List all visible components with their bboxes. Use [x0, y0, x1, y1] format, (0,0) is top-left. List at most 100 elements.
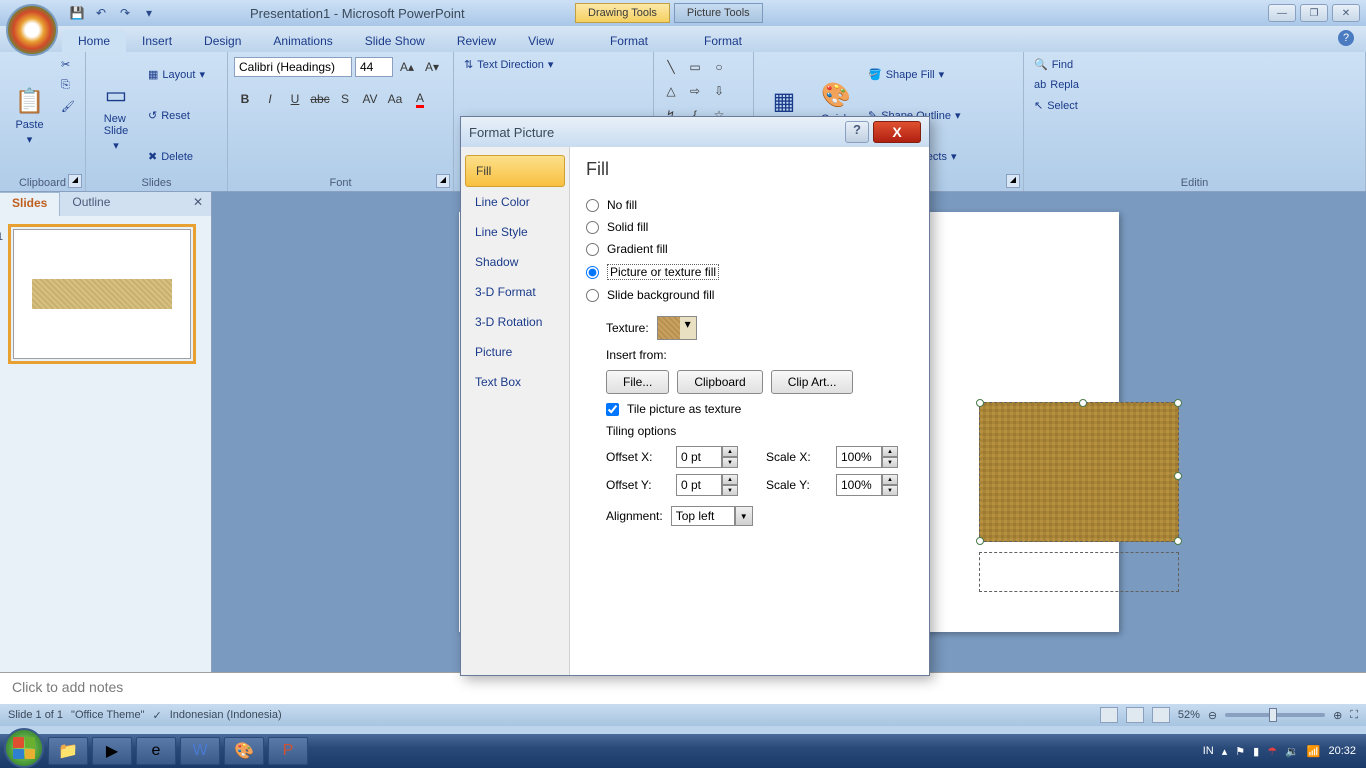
taskbar-explorer-icon[interactable]: 📁	[48, 737, 88, 765]
text-direction-button[interactable]: ⇅ Text Direction ▾	[460, 56, 557, 73]
zoom-slider[interactable]	[1225, 713, 1325, 717]
start-button[interactable]	[4, 728, 44, 768]
radio-gradient-fill[interactable]	[586, 243, 599, 256]
nav-line-color[interactable]: Line Color	[465, 187, 565, 217]
spellcheck-icon[interactable]: ✓	[152, 709, 161, 722]
offset-x-input[interactable]	[676, 446, 722, 468]
paste-button[interactable]: 📋 Paste▾	[6, 56, 53, 175]
contextual-tab-picture[interactable]: Picture Tools	[674, 3, 763, 23]
tab-format-picture[interactable]: Format	[688, 30, 758, 52]
clipboard-launcher[interactable]: ◢	[68, 174, 82, 188]
italic-button[interactable]: I	[259, 88, 281, 110]
scale-x-up[interactable]: ▲	[882, 446, 898, 457]
tray-battery-icon[interactable]: ▮	[1253, 745, 1259, 758]
nav-picture[interactable]: Picture	[465, 337, 565, 367]
reset-button[interactable]: ↺ Reset	[144, 107, 209, 124]
pane-close-icon[interactable]: ✕	[185, 192, 211, 216]
nav-line-style[interactable]: Line Style	[465, 217, 565, 247]
tab-view[interactable]: View	[512, 30, 570, 52]
qat-redo-icon[interactable]: ↷	[114, 3, 136, 23]
layout-button[interactable]: ▦ Layout ▾	[144, 66, 209, 83]
tray-volume-icon[interactable]: 🔉	[1285, 745, 1299, 758]
tab-slideshow[interactable]: Slide Show	[349, 30, 441, 52]
nav-textbox[interactable]: Text Box	[465, 367, 565, 397]
tray-network-icon[interactable]: 📶	[1307, 745, 1321, 758]
cut-button[interactable]: ✂	[57, 56, 79, 73]
font-color-button[interactable]: A	[409, 88, 431, 110]
radio-slide-bg-fill[interactable]	[586, 289, 599, 302]
insert-file-button[interactable]: File...	[606, 370, 669, 394]
resize-handle[interactable]	[1174, 399, 1182, 407]
shadow-button[interactable]: S	[334, 88, 356, 110]
insert-clipboard-button[interactable]: Clipboard	[677, 370, 762, 394]
dialog-close-button[interactable]: X	[873, 121, 921, 143]
tab-review[interactable]: Review	[441, 30, 512, 52]
text-placeholder[interactable]	[979, 552, 1179, 592]
underline-button[interactable]: U	[284, 88, 306, 110]
change-case-button[interactable]: Aa	[384, 88, 406, 110]
font-name-combo[interactable]	[234, 57, 352, 77]
taskbar-word-icon[interactable]: W	[180, 737, 220, 765]
radio-solid-fill[interactable]	[586, 221, 599, 234]
shape-triangle[interactable]: △	[660, 80, 682, 102]
dialog-help-button[interactable]: ?	[845, 121, 869, 143]
taskbar-paint-icon[interactable]: 🎨	[224, 737, 264, 765]
char-spacing-button[interactable]: AV	[359, 88, 381, 110]
tray-antivirus-icon[interactable]: ☂	[1267, 745, 1277, 758]
tray-language[interactable]: IN	[1203, 745, 1214, 757]
tab-insert[interactable]: Insert	[126, 30, 188, 52]
insert-clipart-button[interactable]: Clip Art...	[771, 370, 854, 394]
shape-arrow[interactable]: ⇨	[684, 80, 706, 102]
resize-handle[interactable]	[1174, 472, 1182, 480]
contextual-tab-drawing[interactable]: Drawing Tools	[575, 3, 670, 23]
texture-picker[interactable]: ▾	[657, 316, 697, 340]
pane-tab-slides[interactable]: Slides	[0, 192, 60, 216]
restore-button[interactable]: ❐	[1300, 4, 1328, 22]
select-button[interactable]: ↖ Select	[1030, 97, 1359, 114]
offset-y-up[interactable]: ▲	[722, 474, 738, 485]
copy-button[interactable]: ⎘	[57, 77, 79, 94]
sorter-view-button[interactable]	[1126, 707, 1144, 723]
tab-design[interactable]: Design	[188, 30, 257, 52]
tile-checkbox[interactable]	[606, 403, 619, 416]
tab-home[interactable]: Home	[62, 30, 126, 52]
zoom-out-button[interactable]: ⊖	[1208, 709, 1217, 722]
office-button[interactable]	[6, 4, 58, 56]
shape-oval[interactable]: ○	[708, 56, 730, 78]
notes-pane[interactable]: Click to add notes	[0, 672, 1366, 704]
scale-x-input[interactable]	[836, 446, 882, 468]
scale-y-input[interactable]	[836, 474, 882, 496]
radio-no-fill[interactable]	[586, 199, 599, 212]
grow-font-button[interactable]: A▴	[396, 56, 418, 78]
shape-arrow-down[interactable]: ⇩	[708, 80, 730, 102]
scale-y-down[interactable]: ▼	[882, 485, 898, 496]
strike-button[interactable]: abc	[309, 88, 331, 110]
find-button[interactable]: 🔍 Find	[1030, 56, 1359, 73]
bold-button[interactable]: B	[234, 88, 256, 110]
resize-handle[interactable]	[976, 537, 984, 545]
zoom-level[interactable]: 52%	[1178, 709, 1200, 721]
delete-button[interactable]: ✖ Delete	[144, 148, 209, 165]
qat-save-icon[interactable]: 💾	[66, 3, 88, 23]
offset-y-input[interactable]	[676, 474, 722, 496]
offset-y-down[interactable]: ▼	[722, 485, 738, 496]
tab-format-drawing[interactable]: Format	[594, 30, 664, 52]
resize-handle[interactable]	[1079, 399, 1087, 407]
qat-custom-dropdown[interactable]: ▾	[138, 3, 160, 23]
tab-animations[interactable]: Animations	[257, 30, 348, 52]
resize-handle[interactable]	[1174, 537, 1182, 545]
status-language[interactable]: Indonesian (Indonesia)	[170, 709, 282, 721]
fit-to-window-button[interactable]: ⛶	[1350, 709, 1358, 722]
selected-shape[interactable]	[979, 402, 1179, 542]
nav-3d-rotation[interactable]: 3-D Rotation	[465, 307, 565, 337]
replace-button[interactable]: ab Repla	[1030, 77, 1359, 93]
slideshow-view-button[interactable]	[1152, 707, 1170, 723]
alignment-combo[interactable]	[671, 506, 735, 526]
font-launcher[interactable]: ◢	[436, 174, 450, 188]
tray-show-hidden-icon[interactable]: ▴	[1222, 745, 1228, 758]
shape-rect[interactable]: ▭	[684, 56, 706, 78]
qat-undo-icon[interactable]: ↶	[90, 3, 112, 23]
format-painter-button[interactable]: 🖌	[57, 98, 79, 115]
nav-3d-format[interactable]: 3-D Format	[465, 277, 565, 307]
offset-x-down[interactable]: ▼	[722, 457, 738, 468]
